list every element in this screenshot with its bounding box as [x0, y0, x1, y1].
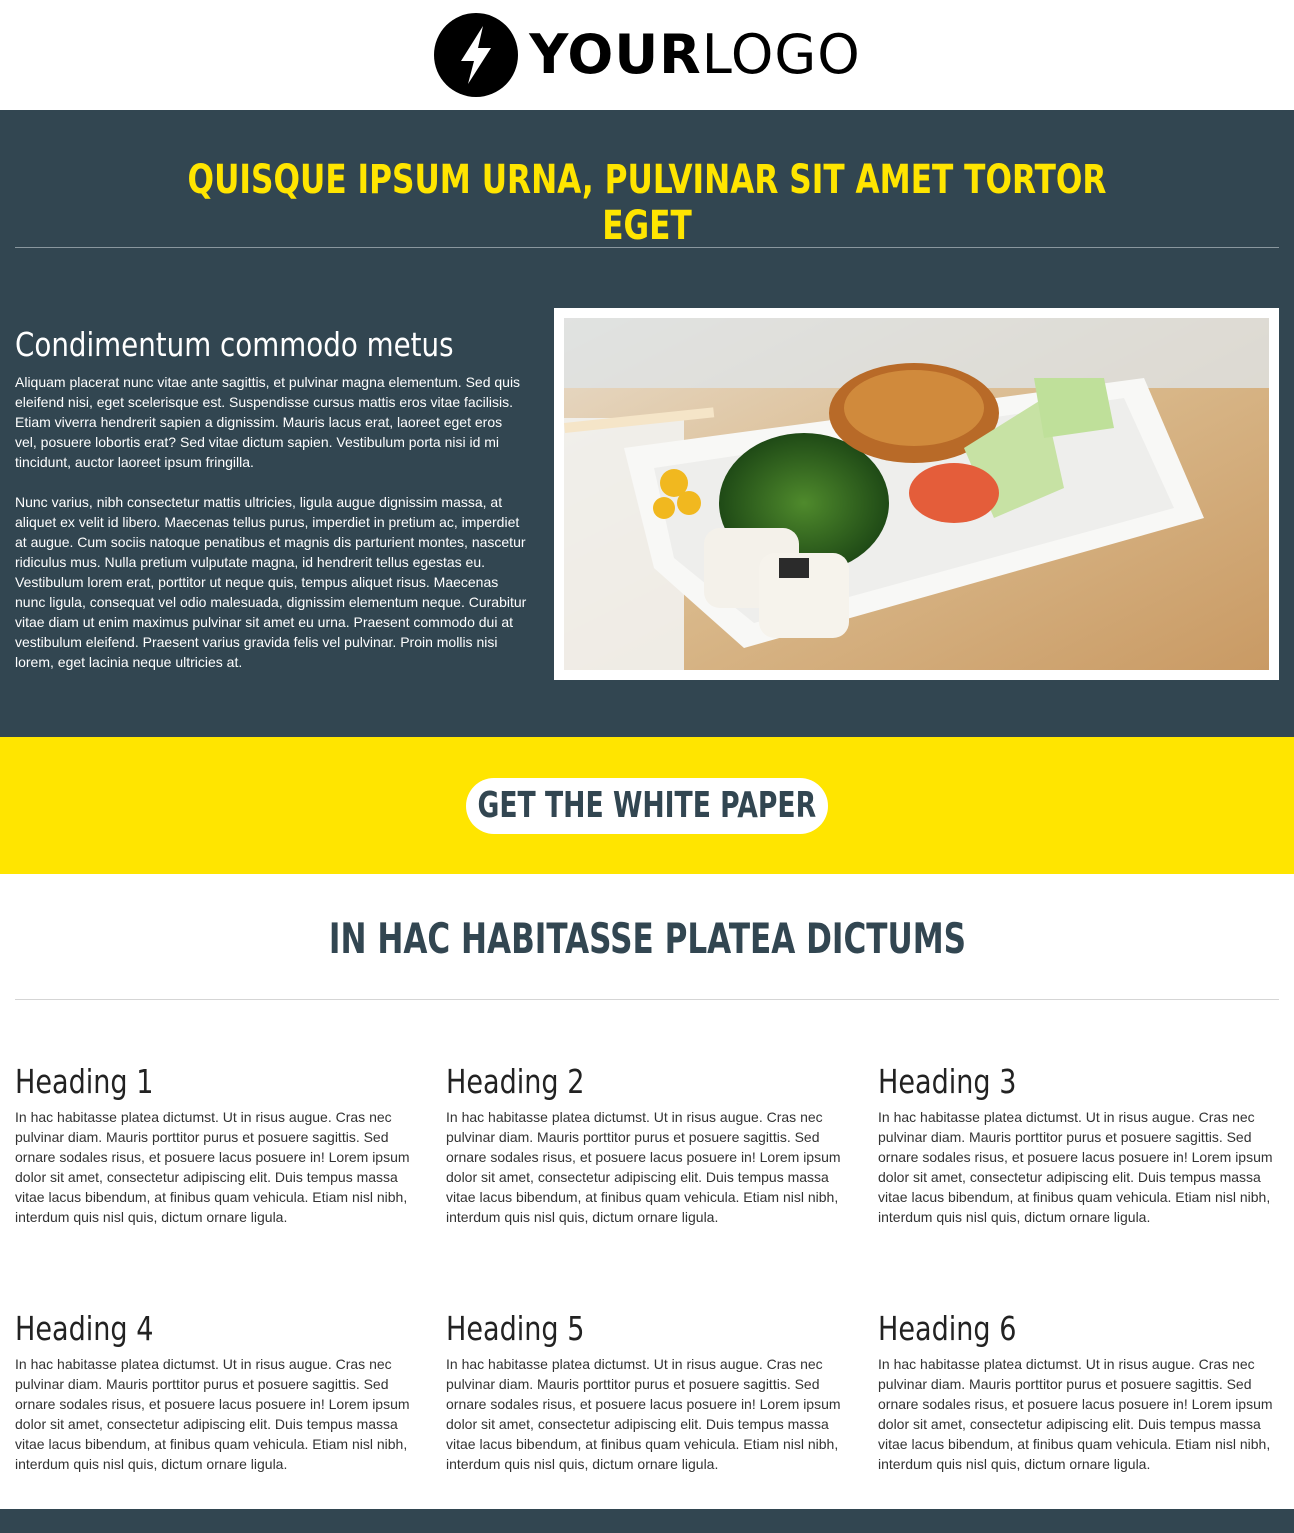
feature-card-4: Heading 4 In hac habitasse platea dictum… [15, 1309, 415, 1474]
feature-text: In hac habitasse platea dictumst. Ut in … [878, 1356, 1273, 1472]
feature-text: In hac habitasse platea dictumst. Ut in … [15, 1356, 410, 1472]
logo-text-bold: YOUR [529, 23, 702, 86]
hero-divider [15, 247, 1279, 248]
hero-image-frame [554, 308, 1279, 680]
feature-heading: Heading 3 [878, 1062, 1017, 1101]
feature-card-1: Heading 1 In hac habitasse platea dictum… [15, 1062, 415, 1227]
feature-text: In hac habitasse platea dictumst. Ut in … [446, 1109, 841, 1225]
features-divider [15, 999, 1279, 1000]
header: YOURLOGO [0, 0, 1294, 110]
feature-heading: Heading 5 [446, 1309, 585, 1348]
logo-text: YOURLOGO [529, 28, 861, 82]
feature-heading: Heading 6 [878, 1309, 1017, 1348]
feature-card-5: Heading 5 In hac habitasse platea dictum… [446, 1309, 846, 1474]
cta-band: GET THE WHITE PAPER [0, 737, 1294, 874]
hero-title: QUISQUE IPSUM URNA, PULVINAR SIT AMET TO… [187, 157, 1107, 249]
footer-strip [0, 1509, 1294, 1533]
logo[interactable]: YOURLOGO [433, 12, 861, 98]
feature-heading: Heading 4 [15, 1309, 154, 1348]
features-title: IN HAC HABITASSE PLATEA DICTUMS [0, 914, 1294, 963]
cta-button-label: GET THE WHITE PAPER [477, 785, 817, 826]
hero-text-column: Condimentum commodo metus Aliquam placer… [15, 325, 527, 692]
feature-text: In hac habitasse platea dictumst. Ut in … [15, 1109, 410, 1225]
hero-paragraph-1: Aliquam placerat nunc vitae ante sagitti… [15, 374, 521, 470]
feature-heading: Heading 2 [446, 1062, 585, 1101]
features-title-text: IN HAC HABITASSE PLATEA DICTUMS [328, 914, 966, 963]
get-white-paper-button[interactable]: GET THE WHITE PAPER [466, 777, 828, 834]
feature-heading: Heading 1 [15, 1062, 154, 1101]
feature-card-2: Heading 2 In hac habitasse platea dictum… [446, 1062, 846, 1227]
hero-subheading: Condimentum commodo metus [15, 325, 454, 364]
feature-text: In hac habitasse platea dictumst. Ut in … [446, 1356, 841, 1472]
hero-paragraph-2: Nunc varius, nibh consectetur mattis ult… [15, 494, 527, 670]
food-photo [564, 318, 1269, 670]
features-section: IN HAC HABITASSE PLATEA DICTUMS Heading … [0, 874, 1294, 1510]
feature-text: In hac habitasse platea dictumst. Ut in … [878, 1109, 1273, 1225]
feature-card-3: Heading 3 In hac habitasse platea dictum… [878, 1062, 1278, 1227]
hero-section: QUISQUE IPSUM URNA, PULVINAR SIT AMET TO… [0, 110, 1294, 737]
logo-text-light: LOGO [701, 23, 861, 86]
lightning-bolt-icon [434, 13, 519, 97]
feature-card-6: Heading 6 In hac habitasse platea dictum… [878, 1309, 1278, 1474]
